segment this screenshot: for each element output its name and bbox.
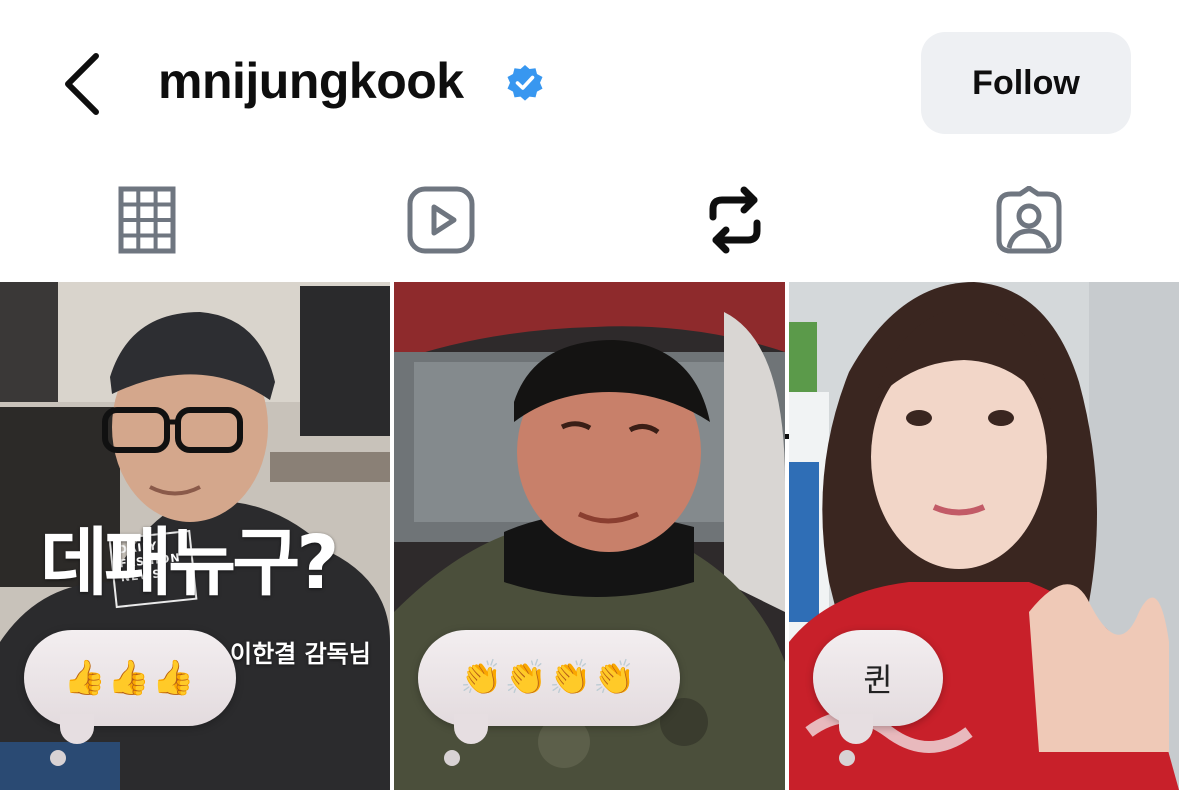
- note-bubble-dot: [444, 750, 460, 766]
- follow-button[interactable]: Follow: [921, 32, 1131, 134]
- profile-header: mnijungkook Follow: [0, 0, 1179, 160]
- tile-caption: 데패뉴구?: [40, 520, 339, 606]
- profile-tabs: [0, 160, 1179, 439]
- note-text: 퀸: [863, 661, 893, 699]
- note-bubble: 👍👍👍: [24, 630, 236, 726]
- tagged-person-icon: [996, 186, 1062, 254]
- grid-icon: [118, 186, 176, 254]
- tab-reposts[interactable]: [588, 160, 882, 280]
- reels-play-icon: [407, 186, 475, 254]
- grid-tile-3[interactable]: 퀸: [789, 282, 1179, 790]
- reposts-grid: DAILY FASHION NEWS 데패뉴구? 이한결 감독님 👍👍👍 👏👏👏…: [0, 282, 1179, 794]
- note-text: 👏👏👏👏: [460, 658, 638, 698]
- note-bubble-dot: [839, 750, 855, 766]
- verified-badge-icon: [506, 64, 544, 102]
- note-bubble: 퀸: [813, 630, 943, 726]
- grid-tile-1[interactable]: DAILY FASHION NEWS 데패뉴구? 이한결 감독님 👍👍👍: [0, 282, 390, 790]
- profile-username: mnijungkook: [158, 53, 464, 109]
- tile-subcaption: 이한결 감독님: [230, 640, 371, 668]
- grid-tile-2[interactable]: 👏👏👏👏: [394, 282, 785, 790]
- back-button[interactable]: [50, 46, 120, 122]
- repost-icon: [709, 186, 761, 254]
- tab-posts[interactable]: [0, 160, 294, 280]
- chevron-left-icon: [65, 53, 99, 115]
- tab-tagged[interactable]: [882, 160, 1176, 280]
- note-text: 👍👍👍: [63, 658, 197, 698]
- note-bubble-dot: [50, 750, 66, 766]
- tab-reels[interactable]: [294, 160, 588, 280]
- note-bubble: 👏👏👏👏: [418, 630, 680, 726]
